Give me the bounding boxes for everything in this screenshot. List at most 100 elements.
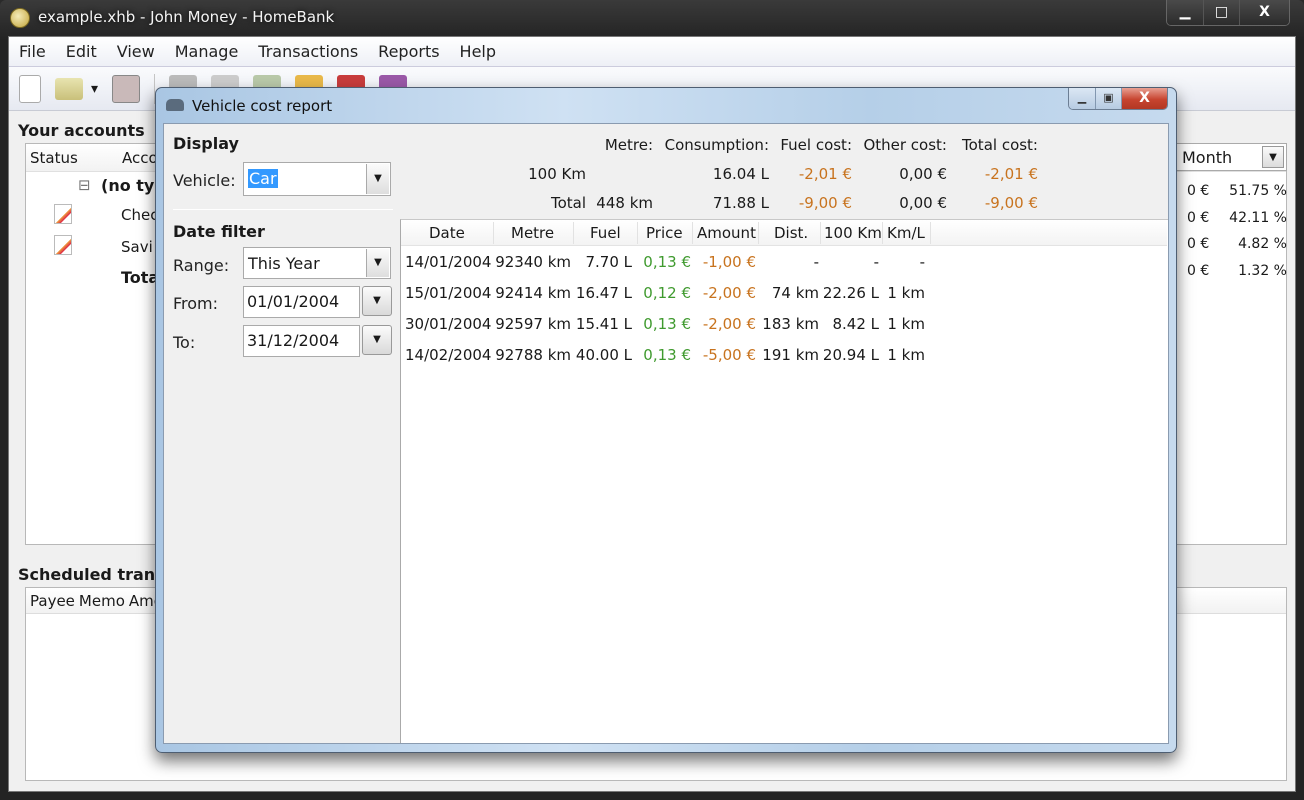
open-folder-icon[interactable] xyxy=(55,77,83,100)
table-row[interactable]: 14/01/2004 92340 km 7.70 L 0,13 € -1,00 € - - - xyxy=(401,248,1167,279)
value-row: 0 € 1.32 % xyxy=(1187,263,1287,290)
menu-bar: File Edit View Manage Transactions Repor… xyxy=(9,37,1295,67)
from-date-calendar-button[interactable]: ▼ xyxy=(362,286,392,316)
amount: 0 € xyxy=(1187,262,1210,279)
column-account[interactable]: Acco xyxy=(122,149,158,167)
to-label: To: xyxy=(173,333,196,352)
table-row[interactable]: 30/01/2004 92597 km 15.41 L 0,13 € -2,00 € 18… xyxy=(401,310,1167,341)
value-row: 0 € 4.82 % xyxy=(1187,236,1287,263)
summary-header-fuel-cost: Fuel cost: xyxy=(780,136,852,154)
summary-label-total: Total xyxy=(550,194,586,212)
accounts-values: 0 € 51.75 % 0 € 42.11 % 0 € 4.82 % 0 € 1.32 … xyxy=(1187,183,1287,289)
summary-header-other-cost: Other cost: xyxy=(863,136,947,154)
column-separator xyxy=(930,222,931,244)
close-button[interactable]: X xyxy=(1239,0,1289,25)
column-per-100km[interactable]: 100 Km xyxy=(824,224,882,242)
dialog-maximize-button[interactable]: ▣ xyxy=(1095,88,1121,109)
dialog-title: Vehicle cost report xyxy=(192,97,333,115)
from-date-input[interactable]: 01/01/2004 xyxy=(243,286,360,318)
minimize-button[interactable]: ▁ xyxy=(1167,0,1203,25)
chevron-down-icon[interactable]: ▼ xyxy=(366,164,389,194)
account-name[interactable]: Chec xyxy=(121,206,158,224)
amount: 0 € xyxy=(1187,183,1210,199)
summary-fuel-cost-total: -9,00 € xyxy=(798,194,852,212)
dropdown-arrow-icon[interactable]: ▾ xyxy=(91,81,98,97)
vehicle-combo[interactable]: Car ▼ xyxy=(243,162,391,196)
cell-date: 15/01/2004 xyxy=(405,284,492,302)
column-date[interactable]: Date xyxy=(429,224,465,242)
column-memo[interactable]: Memo xyxy=(79,592,125,610)
cell-fuel: 15.41 L xyxy=(575,315,632,333)
dialog-minimize-button[interactable]: ▁ xyxy=(1069,88,1095,109)
dialog-controls: ▁ ▣ X xyxy=(1068,88,1168,110)
accounts-title: Your accounts xyxy=(18,121,145,140)
menu-reports[interactable]: Reports xyxy=(378,42,439,61)
percent: 42.11 % xyxy=(1229,209,1287,226)
value-row: 0 € 51.75 % xyxy=(1187,183,1287,210)
menu-transactions[interactable]: Transactions xyxy=(258,42,358,61)
column-fuel[interactable]: Fuel xyxy=(590,224,621,242)
menu-manage[interactable]: Manage xyxy=(175,42,239,61)
cell-amount: -2,00 € xyxy=(702,284,756,302)
cell-fuel: 16.47 L xyxy=(575,284,632,302)
group-toggle-icon[interactable]: ⊟ xyxy=(78,176,91,194)
range-label: Range: xyxy=(173,256,230,275)
column-metre[interactable]: Metre xyxy=(511,224,554,242)
menu-help[interactable]: Help xyxy=(460,42,496,61)
cell-price: 0,13 € xyxy=(643,315,691,333)
column-status[interactable]: Status xyxy=(26,149,122,167)
menu-edit[interactable]: Edit xyxy=(66,42,97,61)
column-km-per-liter[interactable]: Km/L xyxy=(887,224,925,242)
edit-status-icon xyxy=(54,204,72,224)
summary-consumption-100km: 16.04 L xyxy=(712,165,769,183)
column-separator xyxy=(573,222,574,244)
list-header: Date Metre Fuel Price Amount Dist. 100 K… xyxy=(401,220,1167,246)
maximize-button[interactable]: □ xyxy=(1203,0,1239,25)
car-icon xyxy=(166,99,184,111)
window-title: example.xhb - John Money - HomeBank xyxy=(38,8,335,26)
dialog-close-button[interactable]: X xyxy=(1121,88,1167,109)
cell-per100: 8.42 L xyxy=(832,315,879,333)
date-filter-section-title: Date filter xyxy=(173,222,265,241)
column-separator xyxy=(820,222,821,244)
table-row[interactable]: 14/02/2004 92788 km 40.00 L 0,13 € -5,00 € 19… xyxy=(401,341,1167,372)
menu-file[interactable]: File xyxy=(19,42,46,61)
cell-per100: - xyxy=(873,253,879,271)
period-combo[interactable]: Month ▼ xyxy=(1175,143,1287,171)
percent: 4.82 % xyxy=(1238,236,1287,252)
cell-price: 0,12 € xyxy=(643,284,691,302)
cell-per100: 20.94 L xyxy=(822,346,879,364)
to-date-input[interactable]: 31/12/2004 xyxy=(243,325,360,357)
summary-header-total-cost: Total cost: xyxy=(962,136,1038,154)
cell-dist: 183 km xyxy=(762,315,819,333)
cell-dist: 191 km xyxy=(762,346,819,364)
range-combo[interactable]: This Year ▼ xyxy=(243,247,391,279)
column-payee[interactable]: Payee xyxy=(30,592,75,610)
edit-status-icon xyxy=(54,235,72,255)
chevron-down-icon[interactable]: ▼ xyxy=(1262,146,1284,168)
menu-view[interactable]: View xyxy=(117,42,155,61)
cell-amount: -1,00 € xyxy=(702,253,756,271)
chevron-down-icon[interactable]: ▼ xyxy=(366,249,389,277)
summary-label-100km: 100 Km xyxy=(528,165,586,183)
save-icon[interactable] xyxy=(112,74,141,103)
cell-metre: 92788 km xyxy=(495,346,571,364)
column-price[interactable]: Price xyxy=(646,224,683,242)
column-separator xyxy=(692,222,693,244)
cell-dist: 74 km xyxy=(771,284,819,302)
cell-price: 0,13 € xyxy=(643,253,691,271)
percent: 1.32 % xyxy=(1238,262,1287,279)
new-file-icon[interactable] xyxy=(19,74,41,103)
column-distance[interactable]: Dist. xyxy=(774,224,808,242)
from-label: From: xyxy=(173,294,219,313)
column-separator xyxy=(637,222,638,244)
column-amount[interactable]: Amount xyxy=(697,224,756,242)
table-row[interactable]: 15/01/2004 92414 km 16.47 L 0,12 € -2,00 € 74… xyxy=(401,279,1167,310)
cell-fuel: 40.00 L xyxy=(575,346,632,364)
fuel-transactions-list[interactable]: Date Metre Fuel Price Amount Dist. 100 K… xyxy=(400,219,1168,743)
summary-header-metre: Metre: xyxy=(604,136,653,154)
to-date-calendar-button[interactable]: ▼ xyxy=(362,325,392,355)
account-name[interactable]: Savi xyxy=(121,238,153,256)
report-pane: Metre: Consumption: Fuel cost: Other cos… xyxy=(400,124,1168,743)
cell-date: 14/02/2004 xyxy=(405,346,492,364)
